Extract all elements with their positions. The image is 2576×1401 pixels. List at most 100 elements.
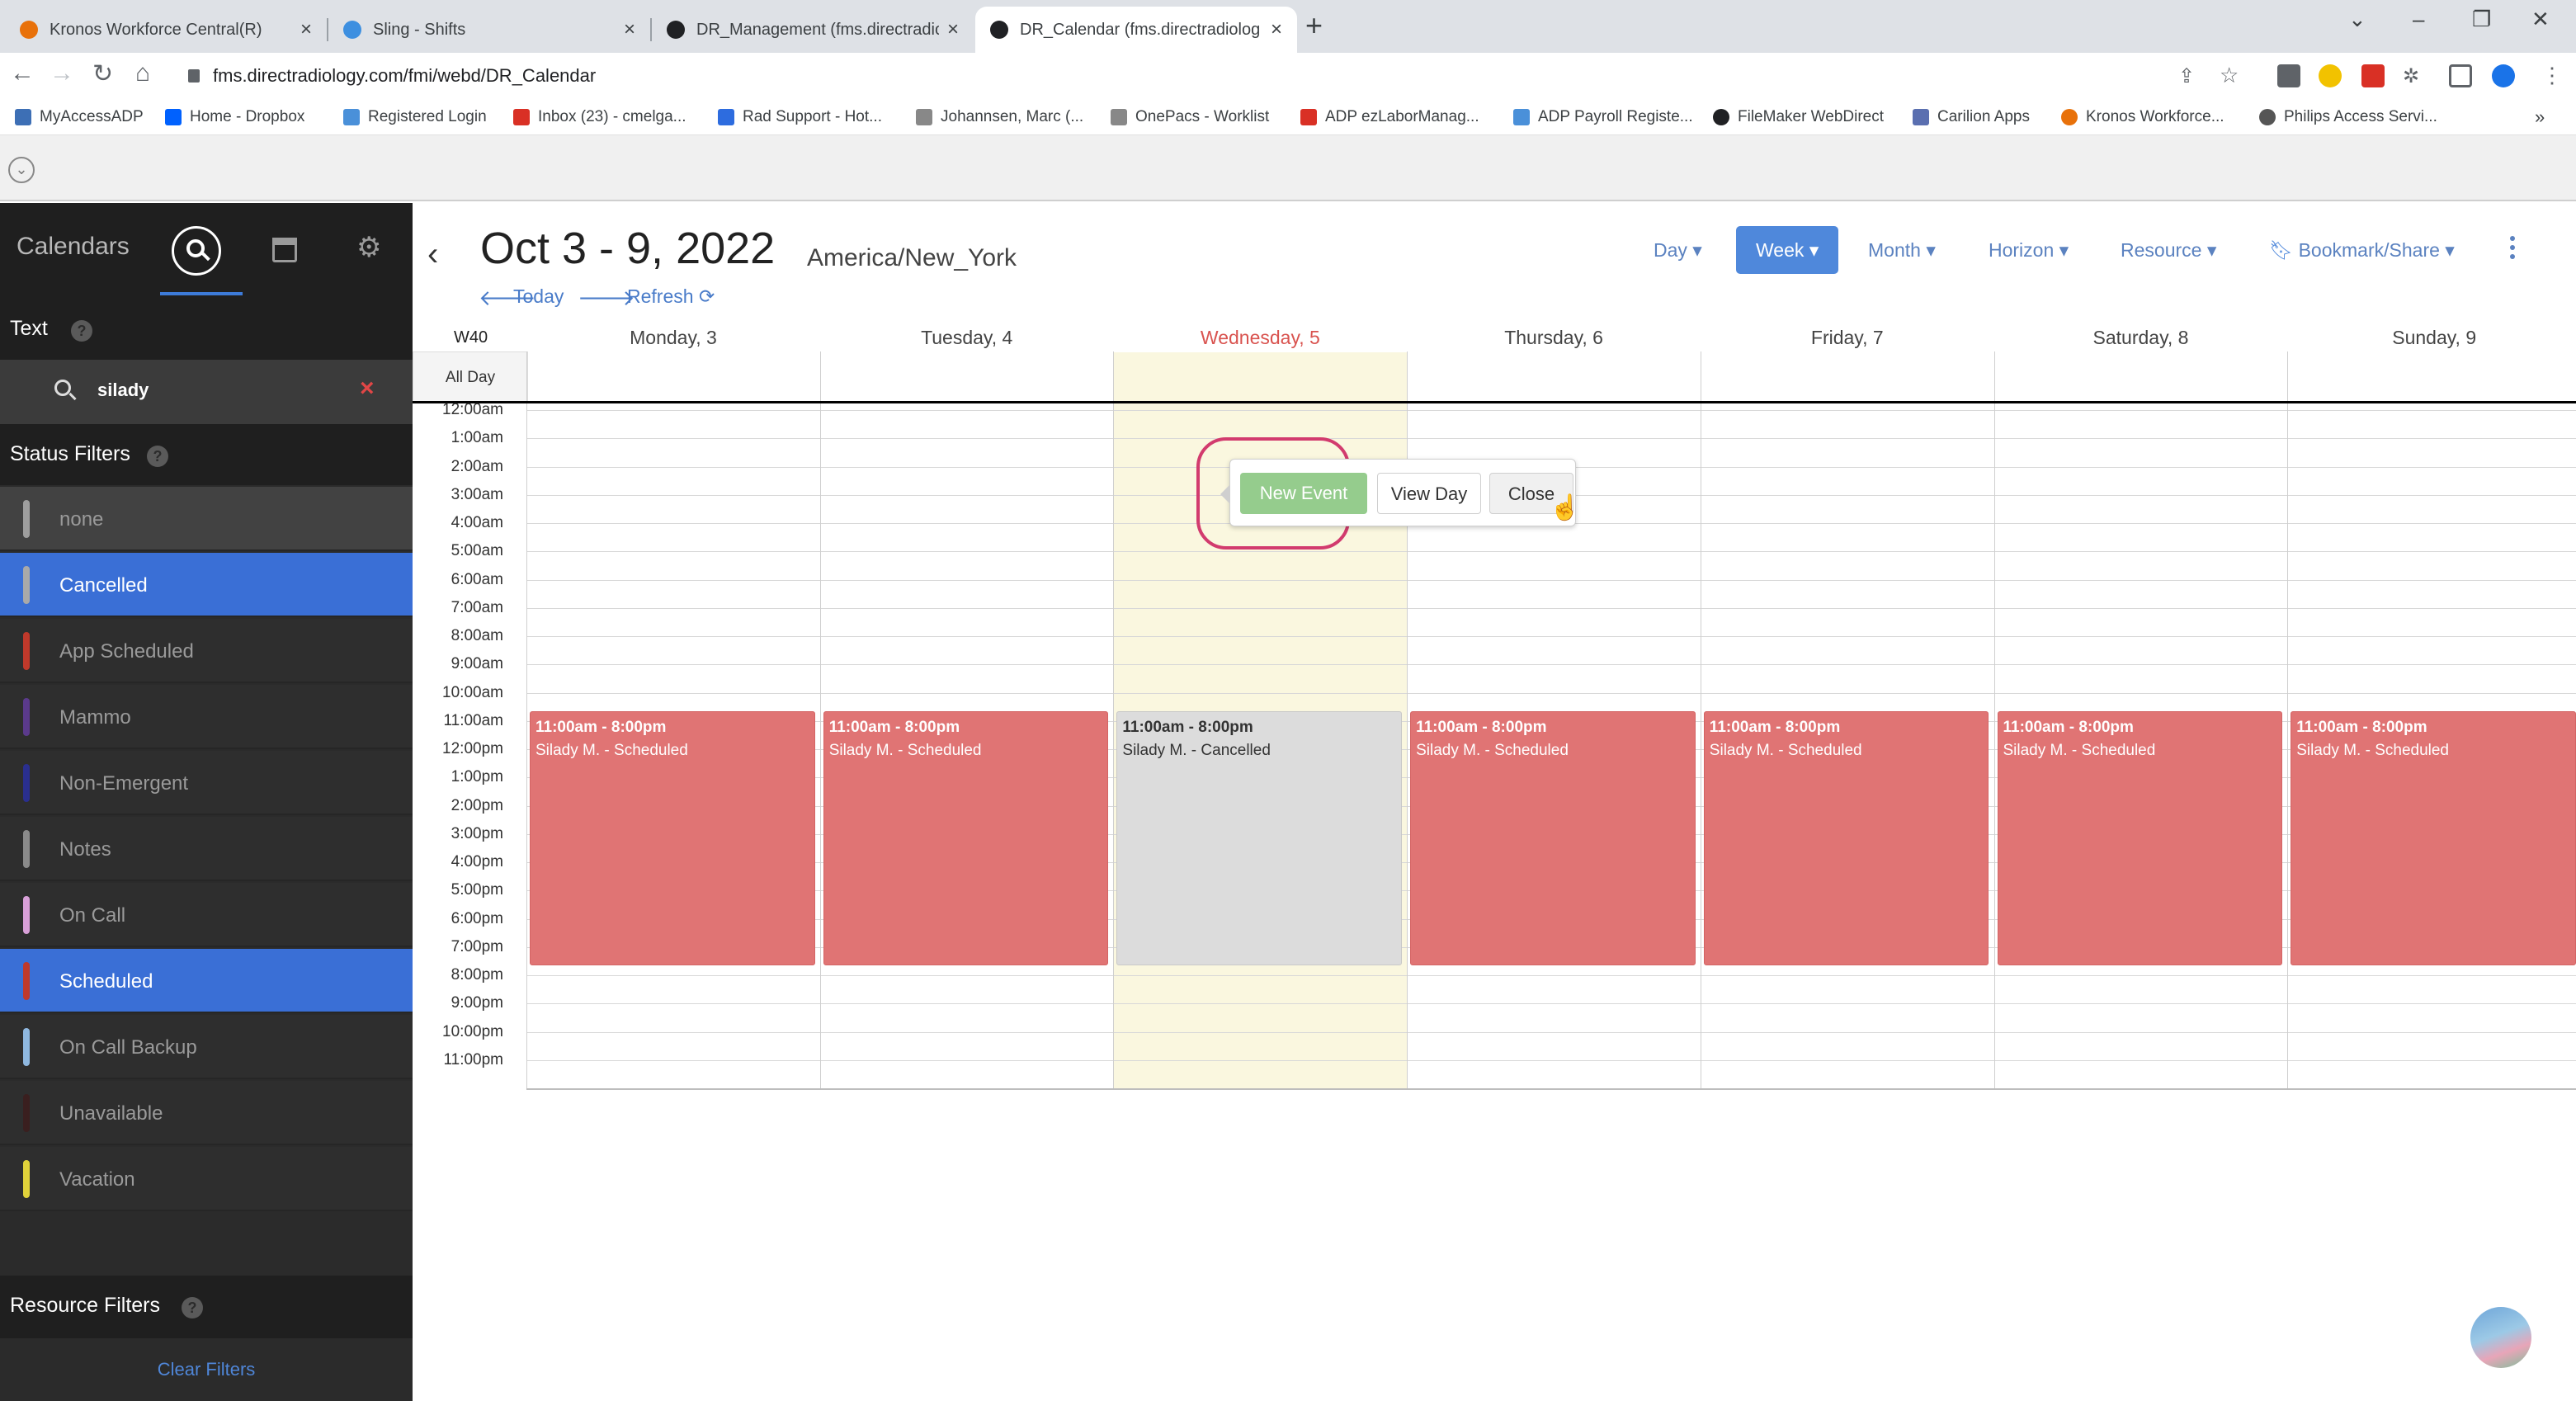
calendar-event[interactable]: 11:00am - 8:00pm Silady M. - Scheduled [530, 710, 815, 965]
bookmark-kronos[interactable]: Kronos Workforce... [2061, 106, 2225, 129]
minimize-icon[interactable]: – [2413, 7, 2424, 32]
tab-search-icon[interactable]: ⌄ [2348, 7, 2366, 32]
help-icon[interactable]: ? [182, 1297, 203, 1318]
status-filter-vacation[interactable]: Vacation [0, 1147, 413, 1211]
browser-tab-sling[interactable]: Sling - Shifts × [328, 7, 650, 53]
bookmark-adp-ezlabor[interactable]: ADP ezLaborManag... [1300, 106, 1479, 129]
gear-icon[interactable]: ⚙ [356, 231, 381, 264]
toolbar-toggle-icon[interactable]: ⌄ [8, 157, 35, 183]
window-close-icon[interactable]: ✕ [2531, 7, 2550, 32]
extension-icon[interactable] [2319, 64, 2342, 87]
day-header[interactable]: Tuesday, 4 [820, 327, 1114, 349]
status-filter-on-call[interactable]: On Call [0, 883, 413, 947]
browser-tab-kronos[interactable]: Kronos Workforce Central(R) × [5, 7, 327, 53]
bookmark-share-button[interactable]: 🔖︎ Bookmark/Share ▾ [2261, 226, 2463, 274]
status-filter-scheduled[interactable]: Scheduled [0, 949, 413, 1013]
clear-search-icon[interactable]: × [360, 375, 375, 403]
calendar-event[interactable]: 11:00am - 8:00pm Silady M. - Scheduled [2291, 710, 2576, 965]
calendar-event[interactable]: 11:00am - 8:00pm Silady M. - Scheduled [1703, 710, 1989, 965]
bookmark-philips[interactable]: Philips Access Servi... [2259, 106, 2437, 129]
all-day-row: All Day [413, 351, 2576, 403]
day-view-button[interactable]: Day ▾ [1645, 226, 1710, 274]
week-view-button[interactable]: Week ▾ [1736, 226, 1839, 274]
bookmark-dropbox[interactable]: Home - Dropbox [165, 106, 304, 129]
status-filter-on-call-backup[interactable]: On Call Backup [0, 1015, 413, 1079]
browser-tab-dr-management[interactable]: DR_Management (fms.directradio × [652, 7, 974, 53]
refresh-link[interactable]: Refresh ⟳ [627, 285, 715, 308]
day-header[interactable]: Saturday, 8 [1994, 327, 2288, 349]
day-header[interactable]: Wednesday, 5 [1113, 327, 1407, 349]
url-field[interactable]: fms.directradiology.com/fmi/webd/DR_Cale… [188, 61, 596, 91]
help-icon[interactable]: ? [147, 446, 168, 467]
trello-icon [718, 109, 734, 125]
link-icon [916, 109, 932, 125]
forward-arrow-icon[interactable]: → [50, 59, 74, 87]
status-filter-none[interactable]: none [0, 487, 413, 551]
status-filter-mammo[interactable]: Mammo [0, 685, 413, 749]
extension-icon[interactable] [2361, 64, 2385, 87]
hour-line [526, 664, 2576, 666]
text-search-input[interactable]: silady × [0, 360, 413, 424]
puzzle-icon[interactable]: ✲ [2403, 64, 2419, 88]
calendar-icon[interactable] [272, 238, 297, 262]
resource-view-button[interactable]: Resource ▾ [2112, 226, 2225, 274]
share-icon[interactable]: ⇪ [2178, 64, 2195, 88]
calendar-event[interactable]: 11:00am - 8:00pm Silady M. - Scheduled [1997, 710, 2283, 965]
bookmark-adp-payroll[interactable]: ADP Payroll Registe... [1513, 106, 1693, 129]
day-header[interactable]: Friday, 7 [1701, 327, 1994, 349]
time-grid[interactable]: 12:00am 1:00am 2:00am 3:00am 4:00am 5:00am 6:0… [413, 401, 2576, 1285]
close-tab-icon[interactable]: × [300, 18, 312, 41]
status-filter-notes[interactable]: Notes [0, 817, 413, 881]
day-header[interactable]: Thursday, 6 [1407, 327, 1701, 349]
sling-favicon-icon [343, 21, 361, 39]
status-filter-unavailable[interactable]: Unavailable [0, 1081, 413, 1145]
status-filter-app-scheduled[interactable]: App Scheduled [0, 619, 413, 683]
reload-icon[interactable]: ↻ [92, 59, 113, 88]
day-header[interactable]: Sunday, 9 [2287, 327, 2576, 349]
new-tab-button[interactable]: + [1305, 8, 1323, 43]
calendar-event[interactable]: 11:00am - 8:00pm Silady M. - Scheduled [823, 710, 1109, 965]
bookmark-label: ADP Payroll Registe... [1538, 108, 1693, 125]
browser-menu-icon[interactable]: ⋮ [2541, 63, 2563, 88]
status-filter-non-emergent[interactable]: Non-Emergent [0, 751, 413, 815]
new-event-button[interactable]: New Event [1240, 473, 1367, 514]
restore-icon[interactable]: ❐ [2472, 7, 2491, 32]
bookmark-filemaker[interactable]: FileMaker WebDirect [1713, 106, 1884, 129]
close-tab-icon[interactable]: × [947, 18, 959, 41]
bookmark-gmail-inbox[interactable]: Inbox (23) - cmelga... [513, 106, 686, 129]
status-filter-cancelled[interactable]: Cancelled [0, 553, 413, 617]
bookmark-onepacs[interactable]: OnePacs - Worklist [1111, 106, 1269, 129]
chevron-left-icon[interactable]: ‹ [427, 236, 438, 273]
clear-filters-link[interactable]: Clear Filters [0, 1338, 413, 1401]
bookmark-myaccessadp[interactable]: MyAccessADP [15, 106, 144, 129]
calendar-event[interactable]: 11:00am - 8:00pm Silady M. - Cancelled [1116, 710, 1403, 965]
today-link[interactable]: Today [513, 285, 564, 308]
back-arrow-icon[interactable]: ← [10, 59, 35, 87]
more-options-icon[interactable] [2510, 236, 2515, 259]
bookmark-rad-support[interactable]: Rad Support - Hot... [718, 106, 882, 129]
bookmark-johannsen[interactable]: Johannsen, Marc (... [916, 106, 1083, 129]
calendar-event[interactable]: 11:00am - 8:00pm Silady M. - Scheduled [1410, 710, 1696, 965]
globe-icon [2259, 109, 2276, 125]
help-icon[interactable]: ? [71, 320, 92, 342]
bookmark-registered-login[interactable]: Registered Login [343, 106, 487, 129]
url-text: fms.directradiology.com/fmi/webd/DR_Cale… [213, 65, 597, 86]
status-color-swatch [23, 1160, 30, 1198]
profile-avatar-icon[interactable] [2492, 64, 2515, 87]
browser-tab-dr-calendar[interactable]: DR_Calendar (fms.directradiolog × [975, 7, 1297, 53]
bookmark-star-icon[interactable]: ☆ [2220, 63, 2239, 88]
view-day-button[interactable]: View Day [1377, 473, 1481, 514]
day-header[interactable]: Monday, 3 [526, 327, 820, 349]
side-panel-icon[interactable] [2449, 64, 2472, 87]
bookmark-carilion[interactable]: Carilion Apps [1913, 106, 2030, 129]
month-view-button[interactable]: Month ▾ [1860, 226, 1944, 274]
search-tab-button[interactable] [172, 226, 221, 276]
close-tab-icon[interactable]: × [1271, 18, 1282, 41]
hour-label: 4:00am [451, 514, 503, 531]
extension-icon[interactable] [2277, 64, 2300, 87]
horizon-view-button[interactable]: Horizon ▾ [1980, 226, 2077, 274]
close-tab-icon[interactable]: × [624, 18, 635, 41]
app-avatar-button[interactable] [2470, 1307, 2531, 1368]
more-bookmarks-icon[interactable]: » [2535, 106, 2545, 129]
home-icon[interactable]: ⌂ [135, 59, 150, 87]
